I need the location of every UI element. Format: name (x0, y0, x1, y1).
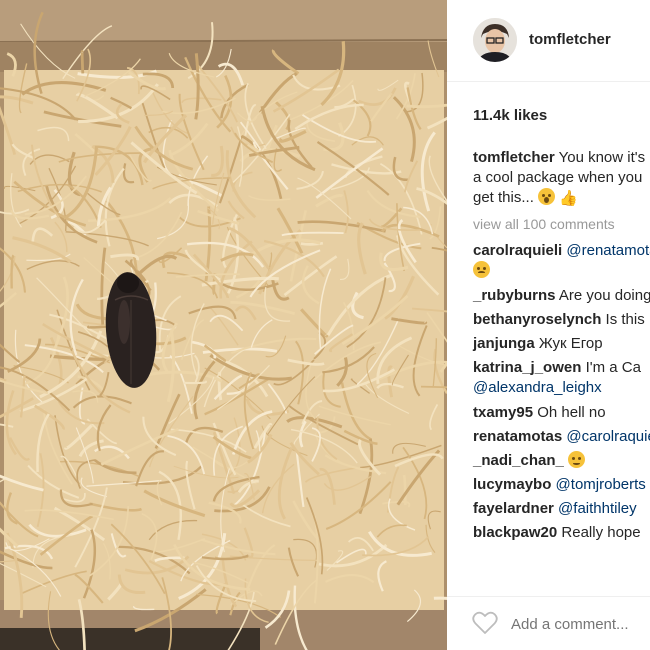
comment-row: txamy95 Oh hell no (473, 401, 650, 425)
comment-username[interactable]: bethanyroselynch (473, 311, 601, 328)
comment-username[interactable]: lucymaybo (473, 476, 551, 493)
comment-username[interactable]: txamy95 (473, 404, 533, 421)
comment-mention[interactable]: @tomjroberts (556, 476, 646, 493)
comment-username[interactable]: katrina_j_owen (473, 359, 581, 376)
view-all-comments-link[interactable]: view all 100 comments (473, 216, 650, 239)
comment-username[interactable]: carolraquieli (473, 242, 562, 259)
comment-username[interactable]: janjunga (473, 335, 535, 352)
comment-text: Is this (605, 311, 645, 328)
comment-text: I'm a Ca (585, 359, 641, 376)
comment-text: Are you doing (558, 287, 650, 304)
comment-mention[interactable]: @faithhtiley (558, 500, 637, 517)
comment-username[interactable]: renatamotas (473, 428, 562, 445)
straw-strand (420, 385, 447, 389)
comment-row: _nadi_chan_ (473, 449, 650, 473)
screaming-face-icon (538, 188, 556, 205)
comment-row: lucymaybo @tomjroberts (473, 473, 650, 497)
comment-row: fayelardner @faithhtiley (473, 497, 650, 521)
comment-row: blackpaw20 Really hope (473, 521, 650, 545)
comment-row: carolraquieli @renatamotas (473, 241, 650, 281)
photo-image (0, 0, 447, 650)
box-top-flap (0, 0, 447, 42)
comment-text: Oh hell no (537, 404, 606, 421)
comment-mention[interactable]: @alexandra_leighx (473, 379, 602, 396)
comments-fade (447, 578, 650, 592)
heart-outline-icon[interactable] (472, 611, 498, 635)
comment-row: _rubyburns Are you doing (473, 284, 650, 308)
comment-username[interactable]: _nadi_chan_ (473, 452, 564, 469)
comment-row: bethanyroselynch Is this (473, 308, 650, 332)
post-photo[interactable] (0, 0, 447, 650)
straw-strand (402, 474, 407, 506)
post-username[interactable]: tomfletcher (529, 31, 611, 48)
post-footer (447, 596, 650, 650)
thumbs-up-icon: 👍 (559, 190, 578, 207)
post-caption: tomfletcher You know it's a cool package… (473, 148, 650, 209)
comment-username[interactable]: blackpaw20 (473, 524, 557, 541)
caption-username[interactable]: tomfletcher (473, 149, 555, 166)
comment-mention[interactable]: @renatamotas (566, 242, 650, 259)
comment-text: Жук Егор (538, 335, 603, 352)
comment-username[interactable]: _rubyburns (473, 287, 556, 304)
comment-row: janjunga Жук Егор (473, 332, 650, 356)
comment-username[interactable]: fayelardner (473, 500, 554, 517)
comments-section: tomfletcher You know it's a cool package… (473, 148, 650, 545)
comment-row: katrina_j_owen I'm a Ca @alexandra_leigh… (473, 358, 650, 398)
comment-mention[interactable]: @carolraquieli (566, 428, 650, 445)
straw-strand (80, 50, 85, 74)
post-sidebar: tomfletcher 11.4k likes tomfletcher You … (447, 0, 650, 650)
add-comment-input[interactable] (511, 616, 650, 633)
post-header: tomfletcher (447, 0, 650, 82)
avatar[interactable] (473, 18, 517, 62)
worried-face-icon (568, 451, 586, 468)
comment-row: renatamotas @carolraquieli (473, 425, 650, 449)
likes-count[interactable]: 11.4k likes (473, 107, 547, 124)
smiley-face-icon (473, 261, 490, 278)
comment-text: Really hope (561, 524, 641, 541)
